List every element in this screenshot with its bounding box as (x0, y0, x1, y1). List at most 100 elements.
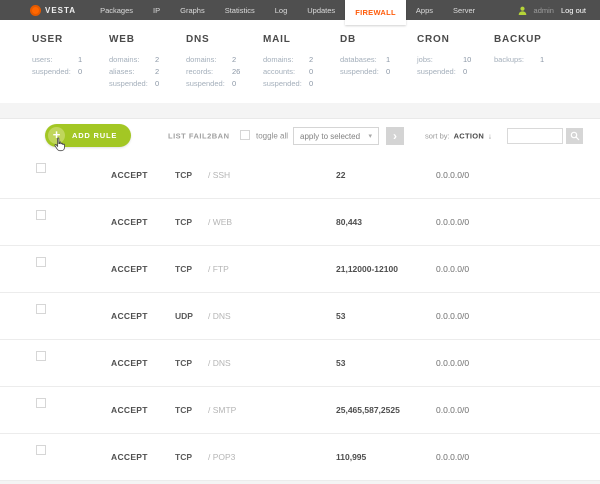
nav-items: Packages IP Graphs Statistics Log Updates FIRE… (90, 0, 485, 25)
rule-comment: / SSH (208, 170, 231, 180)
search-button[interactable] (566, 128, 583, 144)
stat-row: domains: 2 (263, 54, 340, 66)
stat-title[interactable]: BACKUP (494, 34, 571, 45)
rule-checkbox[interactable] (36, 254, 46, 272)
stat-row: suspended: 0 (263, 78, 340, 90)
stat-row: jobs: 10 (417, 54, 494, 66)
rule-checkbox[interactable] (36, 160, 46, 178)
firewall-toolbar: + ADD RULE LIST FAIL2BAN toggle all appl… (0, 118, 600, 152)
checkbox-icon (36, 163, 46, 173)
stat-title[interactable]: DB (340, 34, 417, 45)
rule-ip: 0.0.0.0/0 (436, 452, 470, 462)
stat-row: accounts: 0 (263, 66, 340, 78)
logout-link[interactable]: Log out (561, 6, 586, 15)
checkbox-icon (36, 257, 46, 267)
stat-column-db: DB databases: 1 suspended: 0 (340, 34, 417, 103)
stat-label: domains: (109, 55, 140, 64)
stat-value: 0 (78, 67, 83, 76)
stat-row: domains: 2 (109, 54, 186, 66)
stat-value: 2 (232, 55, 237, 64)
stat-label: suspended: (340, 67, 379, 76)
top-navbar: VESTA Packages IP Graphs Statistics Log Updat… (0, 0, 600, 25)
stat-column-user: USER users: 1 suspended: 0 (32, 34, 109, 103)
stat-label: records: (186, 67, 214, 76)
stat-title[interactable]: CRON (417, 34, 494, 45)
stat-value: 0 (309, 79, 314, 88)
stat-column-cron: CRON jobs: 10 suspended: 0 (417, 34, 494, 103)
nav-item-updates[interactable]: Updates (297, 0, 345, 20)
stat-label: aliases: (109, 67, 135, 76)
rule-port: 110,995 (336, 452, 367, 462)
rule-checkbox[interactable] (36, 442, 46, 460)
nav-item-statistics[interactable]: Statistics (215, 0, 265, 20)
rule-protocol: TCP (175, 217, 192, 227)
rule-checkbox[interactable] (36, 207, 46, 225)
stat-label: suspended: (32, 67, 71, 76)
stat-value: 0 (155, 79, 160, 88)
nav-item-log[interactable]: Log (265, 0, 298, 20)
firewall-rules-list: ACCEPT TCP / SSH 22 0.0.0.0/0 ACCEPT TCP… (0, 152, 600, 481)
rule-port: 25,465,587,2525 (336, 405, 400, 415)
user-icon (518, 6, 526, 15)
sort-by-label: sort by: (425, 131, 450, 140)
stat-column-web: WEB domains: 2 aliases: 2 suspended: 0 (109, 34, 186, 103)
rule-row: ACCEPT TCP / SSH 22 0.0.0.0/0 (0, 152, 600, 199)
stat-label: domains: (186, 55, 217, 64)
stat-label: domains: (263, 55, 294, 64)
rule-port: 21,12000-12100 (336, 264, 398, 274)
checkbox-icon (36, 445, 46, 455)
logged-in-user[interactable]: admin (534, 6, 554, 15)
stat-value: 2 (309, 55, 314, 64)
stat-title[interactable]: MAIL (263, 34, 340, 45)
nav-item-server[interactable]: Server (443, 0, 485, 20)
search-input[interactable] (507, 128, 563, 144)
rule-port: 53 (336, 358, 346, 368)
rule-ip: 0.0.0.0/0 (436, 358, 470, 368)
vesta-logo-text: VESTA (45, 5, 77, 15)
rule-ip: 0.0.0.0/0 (436, 311, 470, 321)
toggle-all-checkbox[interactable] (240, 127, 250, 145)
stat-label: backups: (494, 55, 525, 64)
search-icon (570, 131, 579, 141)
stat-value: 1 (540, 55, 545, 64)
sort-direction-icon[interactable]: ↓ (488, 131, 492, 140)
toggle-all-label[interactable]: toggle all (256, 131, 288, 140)
bulk-apply-button[interactable]: › (386, 127, 404, 145)
rule-action: ACCEPT (111, 170, 148, 180)
stat-title[interactable]: DNS (186, 34, 263, 45)
rule-action: ACCEPT (111, 358, 148, 368)
stat-column-backup: BACKUP backups: 1 (494, 34, 571, 103)
rule-checkbox[interactable] (36, 301, 46, 319)
stat-label: jobs: (417, 55, 433, 64)
stat-row: suspended: 0 (32, 66, 109, 78)
nav-item-graphs[interactable]: Graphs (170, 0, 215, 20)
rule-checkbox[interactable] (36, 348, 46, 366)
sort-field[interactable]: ACTION (454, 131, 485, 140)
stat-column-mail: MAIL domains: 2 accounts: 0 suspended: 0 (263, 34, 340, 103)
stat-row: databases: 1 (340, 54, 417, 66)
stat-value: 1 (78, 55, 83, 64)
section-divider-band (0, 103, 600, 118)
stat-row: backups: 1 (494, 54, 571, 66)
stat-label: databases: (340, 55, 377, 64)
stat-row: records: 26 (186, 66, 263, 78)
stat-label: suspended: (186, 79, 225, 88)
hand-cursor-icon (54, 137, 65, 152)
stat-title[interactable]: USER (32, 34, 109, 45)
stat-value: 10 (463, 55, 472, 64)
rule-checkbox[interactable] (36, 395, 46, 413)
nav-item-firewall[interactable]: FIREWALL (345, 0, 406, 25)
rule-action: ACCEPT (111, 405, 148, 415)
stat-title[interactable]: WEB (109, 34, 186, 45)
rule-comment: / POP3 (208, 452, 236, 462)
checkbox-icon (240, 129, 250, 140)
vesta-logo[interactable]: VESTA (30, 4, 77, 16)
nav-item-packages[interactable]: Packages (90, 0, 143, 20)
stat-value: 0 (463, 67, 468, 76)
checkbox-icon (36, 351, 46, 361)
rule-comment: / SMTP (208, 405, 237, 415)
nav-item-apps[interactable]: Apps (406, 0, 443, 20)
list-fail2ban-link[interactable]: LIST FAIL2BAN (168, 131, 230, 140)
nav-item-ip[interactable]: IP (143, 0, 170, 20)
bulk-action-dropdown[interactable]: apply to selected ▾ (293, 127, 379, 145)
